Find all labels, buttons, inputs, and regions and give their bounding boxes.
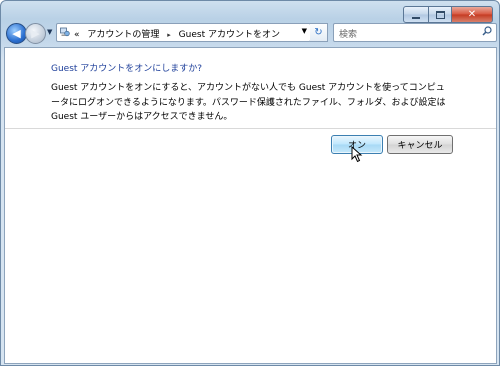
- breadcrumb-separator[interactable]: ▸: [167, 31, 171, 39]
- back-button[interactable]: ◀: [6, 23, 27, 44]
- search-placeholder[interactable]: 検索: [339, 27, 357, 40]
- navigation-bar: ◀ ▶ ▼ « アカウントの管理 ▸ Guest アカウントをオン ▼ ↻ 検索: [5, 21, 497, 45]
- description-text: Guest アカウントをオンにすると、アカウントがない人でも Guest アカウ…: [51, 83, 446, 122]
- window: ✕ ◀ ▶ ▼ « アカウントの管理 ▸ Guest アカウントをオン ▼ ↻ …: [0, 0, 500, 366]
- content-pane: Guest アカウントをオンにしますか? Guest アカウントをオンにすると、…: [4, 47, 497, 364]
- recent-pages-dropdown[interactable]: ▼: [47, 28, 52, 36]
- cancel-button[interactable]: キャンセル: [387, 135, 453, 154]
- search-icon[interactable]: [482, 26, 492, 36]
- forward-arrow-icon: ▶: [31, 27, 40, 40]
- page-title: Guest アカウントをオンにしますか?: [51, 64, 203, 74]
- search-box[interactable]: 検索: [333, 23, 497, 42]
- mouse-cursor-icon: [351, 146, 363, 163]
- address-bar[interactable]: « アカウントの管理 ▸ Guest アカウントをオン ▼: [56, 23, 311, 42]
- close-icon: ✕: [467, 8, 477, 20]
- divider: [5, 128, 496, 129]
- refresh-icon: ↻: [314, 27, 323, 38]
- refresh-button[interactable]: ↻: [310, 23, 328, 42]
- maximize-icon: [435, 10, 445, 19]
- control-panel-icon: [60, 27, 70, 37]
- address-overflow-chevron[interactable]: «: [74, 30, 80, 40]
- breadcrumb-account-management[interactable]: アカウントの管理: [87, 30, 159, 40]
- minimize-icon: [412, 16, 420, 19]
- breadcrumb-guest-on[interactable]: Guest アカウントをオン: [179, 30, 280, 40]
- back-arrow-icon: ◀: [12, 27, 21, 40]
- forward-button[interactable]: ▶: [25, 23, 46, 44]
- address-dropdown-arrow[interactable]: ▼: [302, 27, 307, 35]
